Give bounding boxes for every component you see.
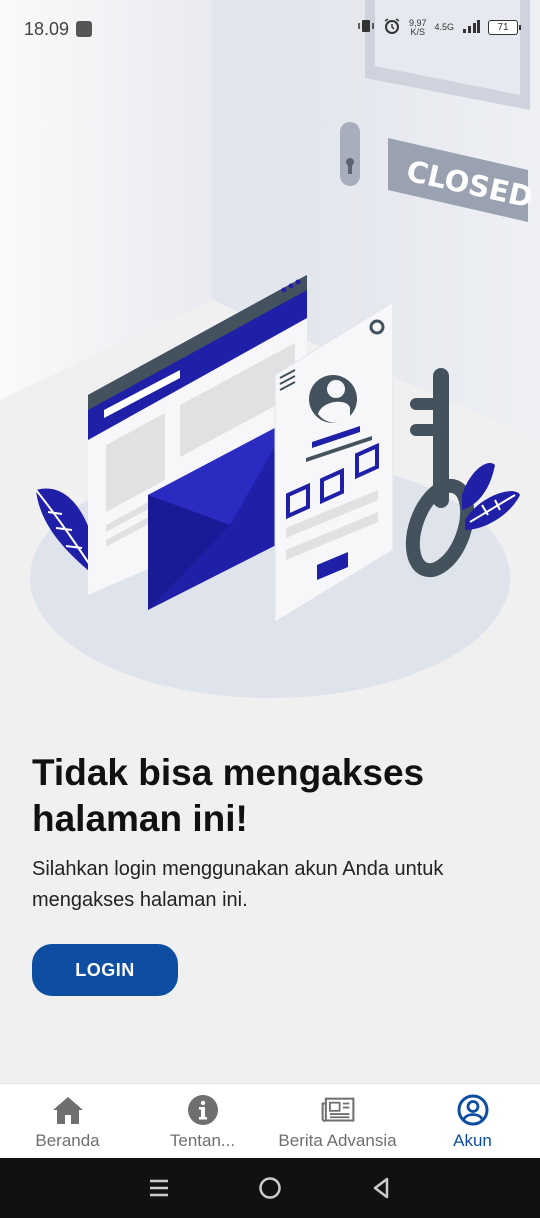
bottom-nav: Beranda Tentan... Berita Advansia Akun <box>0 1083 540 1158</box>
page-description: Silahkan login menggunakan akun Anda unt… <box>32 858 444 911</box>
signal-icon <box>462 19 480 36</box>
status-icons: 9,97 K/S 4.5G 71 <box>357 17 521 38</box>
login-button[interactable]: LOGIN <box>32 944 178 996</box>
notification-icon <box>76 21 92 37</box>
net-speed-unit: K/S <box>410 26 425 37</box>
vibrate-icon <box>357 18 375 37</box>
nav-label-beranda: Beranda <box>35 1131 100 1150</box>
newspaper-icon <box>321 1093 355 1127</box>
nav-item-berita[interactable]: Berita Advansia <box>270 1084 405 1158</box>
info-icon <box>186 1093 220 1127</box>
home-button-icon[interactable] <box>250 1168 290 1208</box>
nav-item-beranda[interactable]: Beranda <box>0 1084 135 1158</box>
net-speed: 9,97 K/S <box>409 18 427 37</box>
recent-apps-icon[interactable] <box>139 1168 179 1208</box>
battery-icon: 71 <box>488 20 521 35</box>
battery-level: 71 <box>497 22 509 33</box>
nav-label-tentang: Tentan... <box>169 1131 236 1150</box>
nav-item-akun[interactable]: Akun <box>405 1084 540 1158</box>
illustration: CLOSED <box>0 0 540 710</box>
status-bar: 18.09 9,97 K/S 4.5G 71 <box>0 0 540 58</box>
nav-item-tentang[interactable]: Tentan... <box>135 1084 270 1158</box>
nav-label-berita: Berita Advansia <box>278 1131 397 1150</box>
main-content: Tidak bisa mengakses halaman ini! Silahk… <box>32 750 512 916</box>
back-icon[interactable] <box>361 1168 401 1208</box>
status-time: 18.09 <box>24 19 70 39</box>
page-title: Tidak bisa mengakses halaman ini! <box>32 752 425 839</box>
alarm-icon <box>383 17 401 38</box>
nav-label-akun: Akun <box>453 1131 492 1150</box>
account-icon <box>456 1093 490 1127</box>
home-icon <box>51 1093 85 1127</box>
network-type: 4.5G <box>434 22 454 32</box>
system-nav-bar <box>0 1158 540 1218</box>
